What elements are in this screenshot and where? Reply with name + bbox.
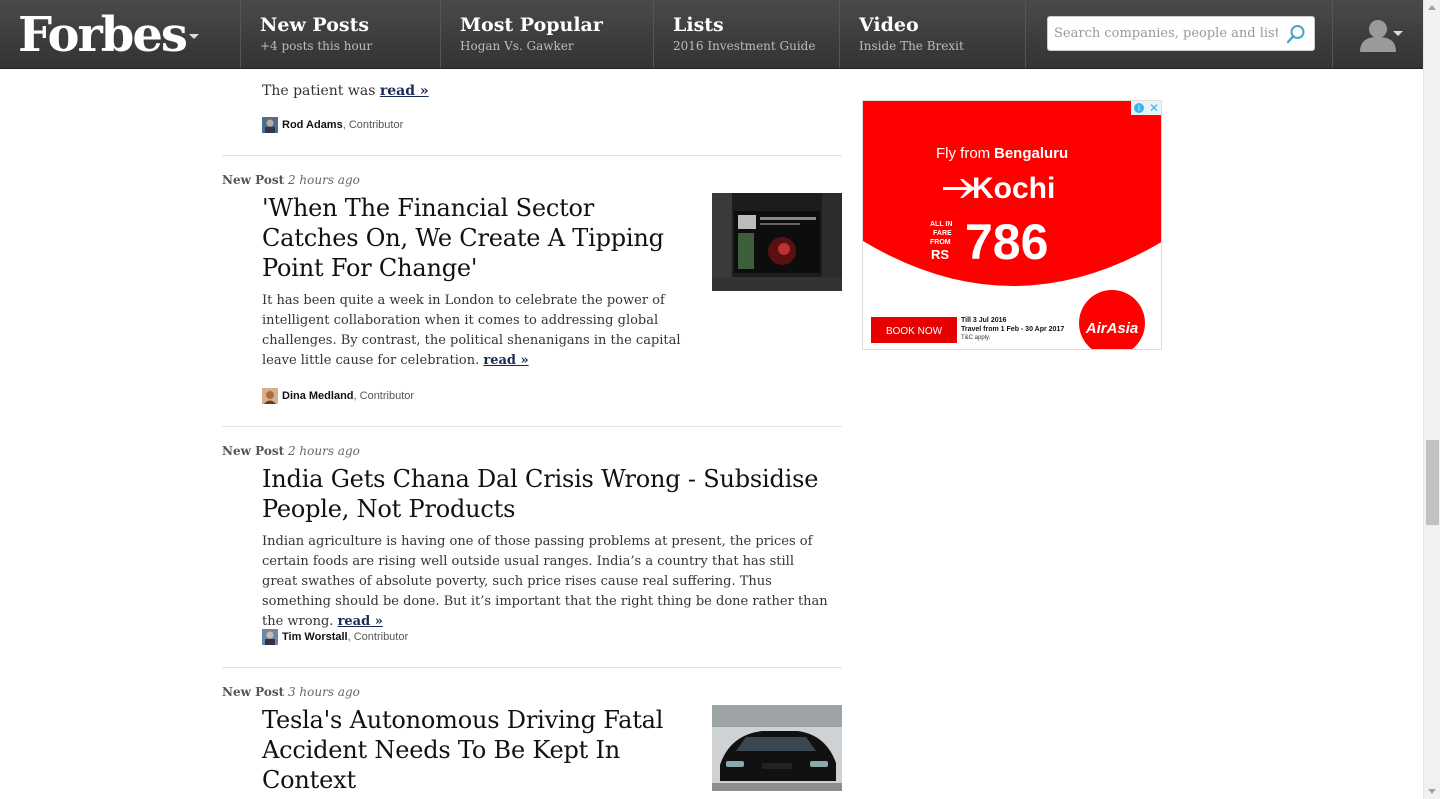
svg-text:✕: ✕ bbox=[1149, 101, 1159, 115]
ad-banner[interactable]: i ✕ Fly from Bengaluru Kochi ALL IN FARE… bbox=[863, 101, 1162, 350]
post-thumbnail[interactable] bbox=[712, 705, 842, 791]
nav-new-posts[interactable]: New Posts +4 posts this hour bbox=[240, 0, 440, 68]
read-more-link[interactable]: read » bbox=[483, 353, 528, 368]
scroll-down-arrow-icon[interactable] bbox=[1428, 789, 1436, 794]
scroll-thumb[interactable] bbox=[1426, 440, 1439, 525]
author-avatar[interactable] bbox=[262, 629, 278, 645]
post-time: 3 hours ago bbox=[287, 685, 360, 699]
post-meta: New Post 2 hours ago bbox=[222, 444, 360, 458]
post-kind: New Post bbox=[222, 444, 285, 458]
forbes-logo[interactable]: Forbes bbox=[18, 6, 188, 64]
ad-terms-2: Travel from 1 Feb - 30 Apr 2017 bbox=[961, 326, 1064, 333]
post-meta: New Post 3 hours ago bbox=[222, 685, 360, 699]
post-excerpt-text: It has been quite a week in London to ce… bbox=[262, 293, 681, 368]
search-input[interactable] bbox=[1048, 17, 1278, 50]
ad-fare-note-3: FROM bbox=[930, 239, 951, 246]
author-avatar[interactable] bbox=[262, 117, 278, 133]
nav-lists-title: Lists bbox=[673, 14, 724, 36]
post-kind: New Post bbox=[222, 685, 285, 699]
nav-most-popular-sub: Hogan Vs. Gawker bbox=[460, 39, 574, 53]
user-menu-caret-icon[interactable] bbox=[1393, 31, 1403, 36]
post-meta: New Post 2 hours ago bbox=[222, 173, 360, 187]
ad-origin-text: Bengaluru bbox=[994, 145, 1068, 162]
author-name[interactable]: Rod Adams bbox=[282, 119, 343, 131]
post-divider bbox=[222, 155, 842, 156]
post-divider bbox=[222, 667, 842, 668]
ad-terms-1: Till 3 Jul 2016 bbox=[961, 317, 1007, 324]
nav-most-popular[interactable]: Most Popular Hogan Vs. Gawker bbox=[440, 0, 653, 68]
author-role: , Contributor bbox=[347, 631, 409, 643]
post-byline: Dina Medland , Contributor bbox=[262, 388, 414, 404]
nav-lists-sub: 2016 Investment Guide bbox=[673, 39, 816, 53]
post-excerpt: It has been quite a week in London to ce… bbox=[262, 291, 702, 371]
scroll-up-arrow-icon[interactable] bbox=[1428, 5, 1436, 10]
author-name[interactable]: Dina Medland bbox=[282, 390, 354, 402]
nav-video[interactable]: Video Inside The Brexit bbox=[839, 0, 1025, 68]
author-avatar[interactable] bbox=[262, 388, 278, 404]
ad-from-text: Fly from bbox=[936, 145, 990, 162]
post-time: 2 hours ago bbox=[287, 444, 360, 458]
svg-text:i: i bbox=[1138, 104, 1140, 113]
nav-new-posts-title: New Posts bbox=[260, 14, 370, 36]
post-excerpt: Indian agriculture is having one of thos… bbox=[262, 532, 832, 632]
post-byline: Rod Adams , Contributor bbox=[262, 117, 403, 133]
post-headline[interactable]: India Gets Chana Dal Crisis Wrong - Subs… bbox=[262, 464, 822, 524]
author-role: , Contributor bbox=[342, 119, 404, 131]
search-box bbox=[1047, 16, 1315, 51]
post-time: 2 hours ago bbox=[287, 173, 360, 187]
nav-video-title: Video bbox=[859, 14, 919, 36]
post-thumbnail[interactable] bbox=[712, 193, 842, 291]
nav-video-sub: Inside The Brexit bbox=[859, 39, 964, 53]
post-excerpt-text: The patient was bbox=[262, 83, 376, 99]
nav-lists[interactable]: Lists 2016 Investment Guide bbox=[653, 0, 839, 68]
read-more-link[interactable]: read » bbox=[380, 83, 429, 99]
ad-terms-3: T&C apply. bbox=[961, 335, 991, 341]
ad-brand: AirAsia bbox=[1085, 320, 1139, 337]
post-byline: Tim Worstall , Contributor bbox=[262, 629, 408, 645]
search-icon[interactable] bbox=[1286, 24, 1306, 44]
author-role: , Contributor bbox=[353, 390, 415, 402]
book-now-label[interactable]: BOOK NOW bbox=[886, 326, 943, 337]
airasia-ad[interactable]: i ✕ Fly from Bengaluru Kochi ALL IN FARE… bbox=[862, 100, 1162, 350]
nav-most-popular-title: Most Popular bbox=[460, 14, 603, 36]
search-area bbox=[1025, 0, 1333, 68]
post-divider bbox=[222, 426, 842, 427]
ad-destination-text: Kochi bbox=[972, 172, 1055, 205]
post-headline[interactable]: Tesla's Autonomous Driving Fatal Acciden… bbox=[262, 705, 692, 795]
read-more-link[interactable]: read » bbox=[338, 614, 383, 629]
top-navbar: Forbes New Posts +4 posts this hour Most… bbox=[0, 0, 1423, 69]
logo-dropdown-caret-icon[interactable] bbox=[189, 34, 199, 39]
ad-fare-note-2: FARE bbox=[933, 230, 952, 237]
post-kind: New Post bbox=[222, 173, 285, 187]
nav-new-posts-sub: +4 posts this hour bbox=[260, 39, 373, 53]
ad-currency: RS bbox=[931, 247, 949, 262]
page-scrollbar[interactable] bbox=[1423, 0, 1440, 799]
post-headline[interactable]: 'When The Financial Sector Catches On, W… bbox=[262, 193, 692, 283]
post-excerpt: The patient was read » bbox=[262, 81, 429, 101]
author-name[interactable]: Tim Worstall bbox=[282, 631, 348, 643]
ad-price: 786 bbox=[965, 214, 1048, 270]
ad-fare-note-1: ALL IN bbox=[930, 221, 952, 228]
